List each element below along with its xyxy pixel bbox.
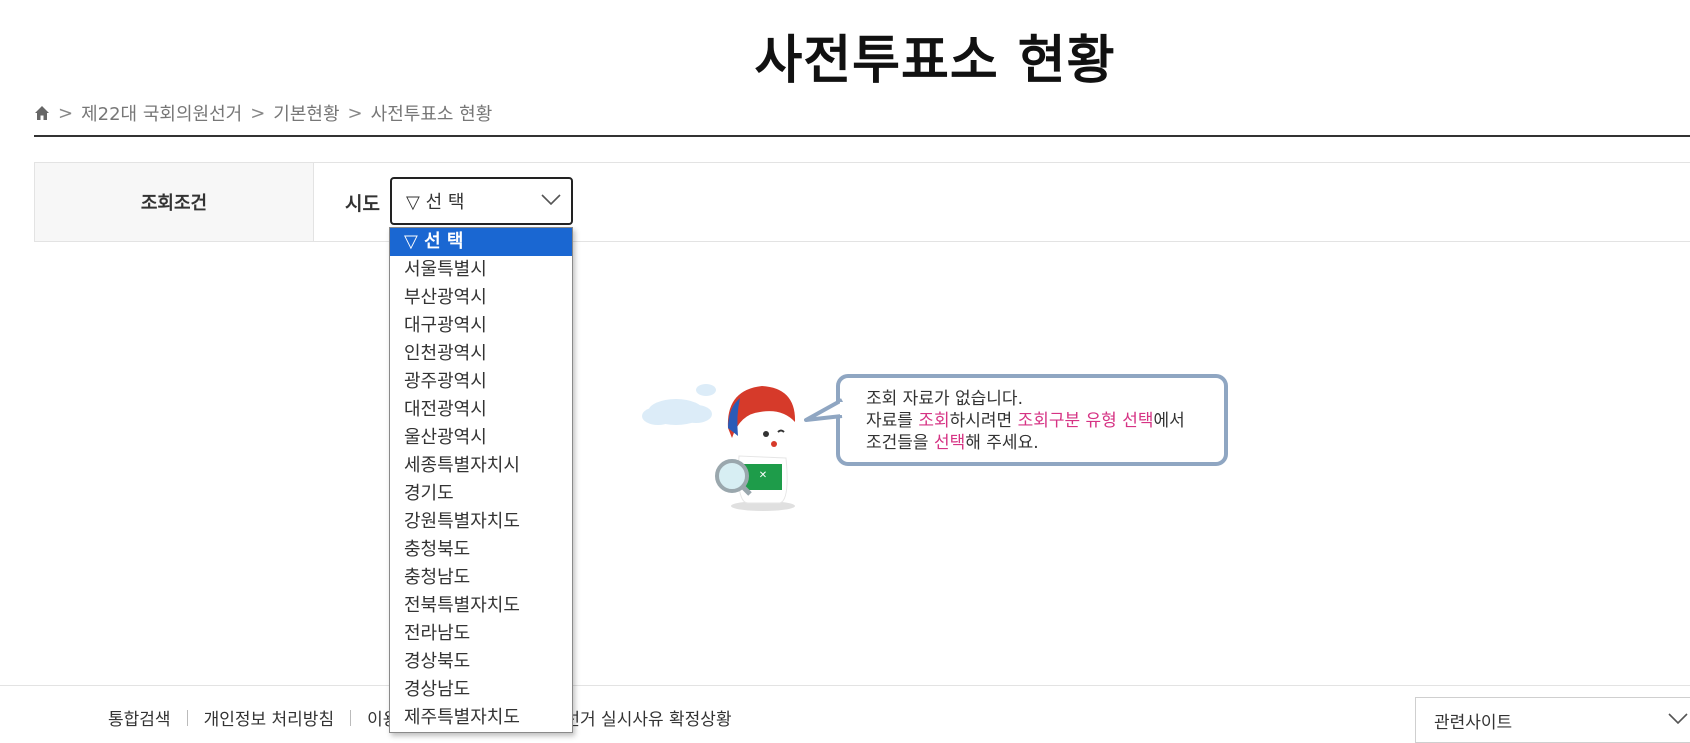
sido-option[interactable]: 울산광역시 bbox=[390, 424, 572, 452]
sido-option[interactable]: 강원특별자치도 bbox=[390, 508, 572, 536]
related-sites-select[interactable]: 관련사이트 bbox=[1415, 697, 1690, 743]
empty-message-line1: 조회 자료가 없습니다. bbox=[866, 389, 1023, 409]
sido-dropdown-list: ▽ 선 택 서울특별시 부산광역시 대구광역시 인천광역시 광주광역시 대전광역… bbox=[389, 227, 573, 733]
breadcrumb-separator: > bbox=[250, 102, 266, 124]
sido-option[interactable]: 대전광역시 bbox=[390, 396, 572, 424]
page-title: 사전투표소 현황 bbox=[754, 31, 1116, 91]
breadcrumb-item-election[interactable]: 제22대 국회의원선거 bbox=[81, 100, 242, 126]
chevron-down-icon bbox=[1668, 713, 1688, 725]
related-sites-label: 관련사이트 bbox=[1434, 712, 1513, 733]
sido-option[interactable]: 대구광역시 bbox=[390, 312, 572, 340]
sido-option[interactable]: 제주특별자치도 bbox=[390, 704, 572, 732]
breadcrumb: > 제22대 국회의원선거 > 기본현황 > 사전투표소 현황 bbox=[34, 100, 492, 126]
sido-option[interactable]: 부산광역시 bbox=[390, 284, 572, 312]
sido-option[interactable]: 충청남도 bbox=[390, 564, 572, 592]
cloud-icon bbox=[642, 384, 716, 425]
sido-option[interactable]: 경상남도 bbox=[390, 676, 572, 704]
breadcrumb-item-basic-status[interactable]: 기본현황 bbox=[273, 100, 339, 126]
sido-option[interactable]: 경기도 bbox=[390, 480, 572, 508]
sido-option[interactable]: 광주광역시 bbox=[390, 368, 572, 396]
footer-divider bbox=[0, 685, 1690, 686]
footer-link-privacy[interactable]: 개인정보 처리방침 bbox=[188, 705, 351, 730]
title-divider bbox=[34, 135, 1690, 137]
sido-option[interactable]: 전북특별자치도 bbox=[390, 592, 572, 620]
breadcrumb-separator: > bbox=[347, 102, 363, 124]
home-icon[interactable] bbox=[34, 105, 50, 121]
sido-option[interactable]: 전라남도 bbox=[390, 620, 572, 648]
footer-link-search[interactable]: 통합검색 bbox=[108, 705, 187, 730]
sido-option[interactable]: 경상북도 bbox=[390, 648, 572, 676]
sido-option[interactable]: 세종특별자치시 bbox=[390, 452, 572, 480]
sido-option-default[interactable]: ▽ 선 택 bbox=[390, 228, 572, 256]
mascot-illustration: ✕ bbox=[642, 384, 796, 511]
sido-label: 시도 bbox=[345, 192, 380, 215]
chevron-down-icon bbox=[541, 194, 561, 206]
sido-select-value: ▽ 선 택 bbox=[406, 192, 465, 213]
svg-text:✕: ✕ bbox=[759, 470, 767, 481]
empty-message-bubble: 조회 자료가 없습니다. 자료를 조회하시려면 조회구분 유형 선택에서 조건들… bbox=[804, 374, 1228, 466]
breadcrumb-item-current: 사전투표소 현황 bbox=[370, 104, 493, 125]
filter-panel: 조회조건 시도 ▽ 선 택 bbox=[34, 162, 1690, 242]
sido-option[interactable]: 인천광역시 bbox=[390, 340, 572, 368]
sido-option[interactable]: 서울특별시 bbox=[390, 256, 572, 284]
empty-message-line3: 조건들을 선택해 주세요. bbox=[866, 433, 1039, 453]
empty-message-line2: 자료를 조회하시려면 조회구분 유형 선택에서 bbox=[866, 411, 1185, 431]
breadcrumb-separator: > bbox=[58, 102, 74, 124]
filter-label: 조회조건 bbox=[35, 163, 314, 241]
sido-option[interactable]: 충청북도 bbox=[390, 536, 572, 564]
speech-tail bbox=[804, 398, 844, 422]
sido-select[interactable]: ▽ 선 택 bbox=[390, 177, 573, 225]
